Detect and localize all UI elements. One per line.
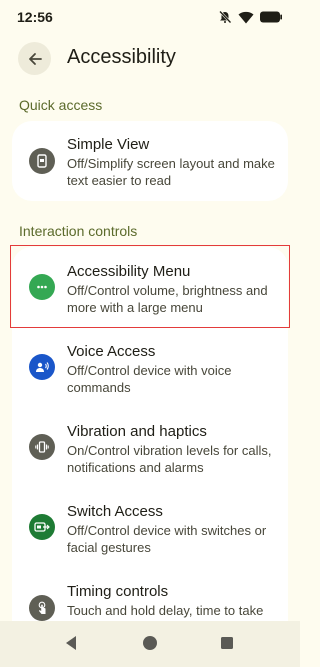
app-bar: Accessibility xyxy=(0,40,300,76)
switch-access-subtitle: Off/Control device with switches or faci… xyxy=(67,523,267,555)
switch-access-icon xyxy=(29,514,55,540)
nav-home-icon[interactable] xyxy=(142,635,158,651)
accessibility-menu-item[interactable]: Accessibility Menu Off/Control volume, b… xyxy=(12,247,288,327)
nav-back-icon[interactable] xyxy=(64,635,78,651)
battery-icon xyxy=(260,11,282,23)
accessibility-menu-subtitle: Off/Control volume, brightness and more … xyxy=(67,283,268,315)
vibration-haptics-title: Vibration and haptics xyxy=(67,423,207,440)
wifi-icon xyxy=(238,11,254,23)
accessibility-menu-title: Accessibility Menu xyxy=(67,263,191,280)
status-bar: 12:56 xyxy=(0,0,300,34)
nav-recents-icon[interactable] xyxy=(220,636,234,650)
voice-access-subtitle: Off/Control device with voice commands xyxy=(67,363,232,395)
vibration-haptics-item[interactable]: Vibration and haptics On/Control vibrati… xyxy=(12,409,288,489)
simple-view-item[interactable]: Simple View Off/Simplify screen layout a… xyxy=(12,121,288,201)
switch-access-title: Switch Access xyxy=(67,503,163,520)
section-quick-access: Quick access xyxy=(19,97,103,113)
page-title: Accessibility xyxy=(67,46,176,68)
touch-hand-icon xyxy=(29,595,55,621)
simple-view-subtitle: Off/Simplify screen layout and make text… xyxy=(67,156,275,188)
voice-access-title: Voice Access xyxy=(67,343,156,360)
simple-view-title: Simple View xyxy=(67,136,150,153)
back-button[interactable] xyxy=(18,42,51,75)
status-time: 12:56 xyxy=(17,9,53,25)
mute-icon xyxy=(219,10,232,24)
simple-view-icon xyxy=(29,148,55,174)
navigation-bar xyxy=(0,621,300,667)
quick-access-card: Simple View Off/Simplify screen layout a… xyxy=(12,121,288,201)
voice-access-item[interactable]: Voice Access Off/Control device with voi… xyxy=(12,329,288,409)
accessibility-menu-icon xyxy=(29,274,55,300)
switch-access-item[interactable]: Switch Access Off/Control device with sw… xyxy=(12,490,288,570)
arrow-back-icon xyxy=(28,52,42,65)
vibration-haptics-subtitle: On/Control vibration levels for calls, n… xyxy=(67,443,272,475)
vibration-icon xyxy=(29,434,55,460)
voice-access-icon xyxy=(29,354,55,380)
status-icons xyxy=(218,10,282,24)
timing-controls-title: Timing controls xyxy=(67,583,169,600)
section-interaction-controls: Interaction controls xyxy=(19,223,138,239)
interaction-controls-card: Accessibility Menu Off/Control volume, b… xyxy=(12,247,288,635)
